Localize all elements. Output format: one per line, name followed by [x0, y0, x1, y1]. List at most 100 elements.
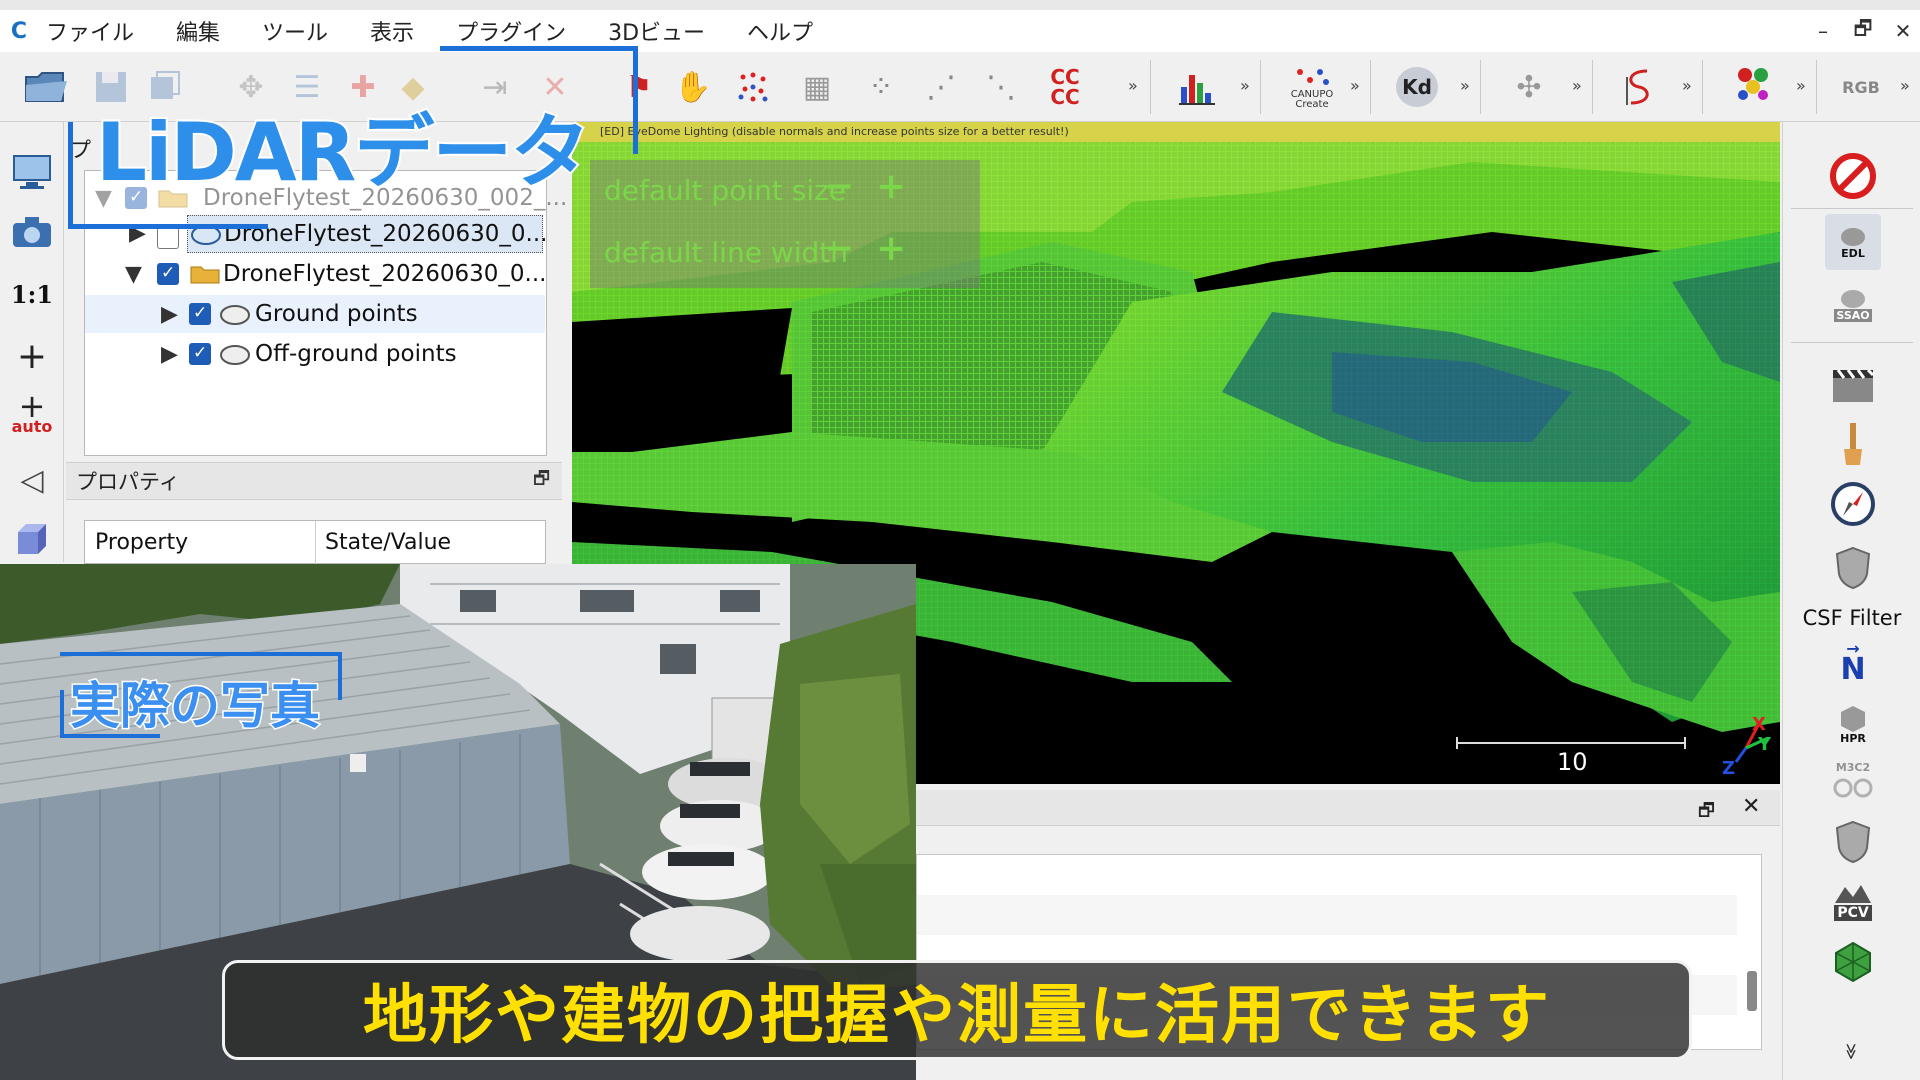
- toolbar-overflow-button[interactable]: »: [1572, 76, 1582, 95]
- collapse-arrow-icon[interactable]: ▼: [125, 262, 142, 287]
- north-arrow-icon[interactable]: → N: [1825, 636, 1881, 692]
- spline-icon[interactable]: [1614, 62, 1664, 112]
- properties-table: Property State/Value: [84, 520, 546, 565]
- tree-checkbox[interactable]: [157, 263, 179, 285]
- menu-tools[interactable]: ツール: [262, 15, 328, 47]
- expand-arrow-icon[interactable]: ▶: [161, 342, 178, 367]
- menu-edit[interactable]: 編集: [176, 15, 220, 47]
- hpr-label: HPR: [1840, 731, 1866, 745]
- rgb-icon[interactable]: RGB: [1836, 62, 1886, 112]
- axis-y-label: Y: [1758, 734, 1772, 755]
- animation-clapper-icon[interactable]: [1825, 356, 1881, 412]
- csf-shield-icon[interactable]: [1825, 540, 1881, 596]
- line-width-decrease-button[interactable]: −: [824, 228, 854, 269]
- subtitle-text: 地形や建物の把握や測量に活用できます: [363, 979, 1551, 1053]
- point-size-decrease-button[interactable]: −: [824, 166, 854, 207]
- train-icon[interactable]: [1728, 62, 1778, 112]
- sf-icon[interactable]: ⚑: [614, 62, 664, 112]
- scale-bar: [1456, 737, 1686, 749]
- point-size-increase-button[interactable]: +: [876, 166, 906, 207]
- menu-display[interactable]: 表示: [370, 15, 414, 47]
- m3c2-button[interactable]: M3C2: [1825, 752, 1881, 808]
- zoom-1to1-button[interactable]: 1:1: [8, 270, 56, 318]
- puzzle-icon[interactable]: ✣: [1504, 62, 1554, 112]
- tree-row-folder[interactable]: ▼ DroneFlytest_20260630_0...: [85, 255, 547, 293]
- edl-shader-button[interactable]: EDL: [1825, 214, 1881, 270]
- menu-3dviews[interactable]: 3Dビュー: [608, 15, 705, 47]
- db-tree[interactable]: ▼ DroneFlytest_20260630_002_... DroneFly…: [84, 170, 567, 456]
- tree-row-off-ground-points[interactable]: ▶ Off-ground points: [85, 335, 545, 373]
- menu-plugins[interactable]: プラグイン: [456, 15, 566, 47]
- mesh-icon[interactable]: ▦: [792, 62, 842, 112]
- actual-photo-caption: 実際の写真: [69, 676, 322, 737]
- menu-file[interactable]: ファイル: [46, 15, 134, 47]
- toolbar-overflow-button[interactable]: »: [1350, 76, 1360, 95]
- toolbar-overflow-button[interactable]: »: [1796, 76, 1806, 95]
- ssao-shader-button[interactable]: SSAO: [1825, 276, 1881, 332]
- histogram-icon[interactable]: [1172, 62, 1222, 112]
- perspective-icon[interactable]: ◁: [8, 456, 56, 504]
- pcv-button[interactable]: PCV: [1825, 874, 1881, 930]
- restore-button[interactable]: 🗗: [1846, 16, 1880, 46]
- noise-icon[interactable]: [728, 62, 778, 112]
- tree-row-cloud-selected[interactable]: DroneFlytest_20260630_0...: [187, 215, 548, 253]
- tree-checkbox[interactable]: [157, 227, 179, 249]
- toolbar-overflow-button[interactable]: »: [1682, 76, 1692, 95]
- auto-pivot-label: auto: [11, 417, 53, 436]
- mesh-sphere-icon[interactable]: [1825, 934, 1881, 990]
- point-cloud-icon: [220, 345, 250, 365]
- minimize-button[interactable]: –: [1806, 16, 1840, 46]
- filter-shield-icon[interactable]: [1825, 814, 1881, 870]
- column-header-property[interactable]: Property: [95, 530, 188, 555]
- toolbar-overflow-button[interactable]: »: [1128, 76, 1138, 95]
- toolbar-separator: [1592, 60, 1593, 114]
- menu-help[interactable]: ヘルプ: [747, 15, 813, 47]
- sparse-icon[interactable]: ⋱: [976, 62, 1026, 112]
- auto-pivot-button[interactable]: + auto: [8, 390, 56, 438]
- close-panel-icon[interactable]: ✕: [1742, 794, 1760, 819]
- float-panel-icon[interactable]: 🗗: [1698, 798, 1715, 828]
- kdtree-icon[interactable]: Kd: [1392, 62, 1442, 112]
- properties-panel-header: プロパティ 🗗: [66, 462, 562, 500]
- toolbar-overflow-button[interactable]: »: [1460, 76, 1470, 95]
- tree-row-ground-points[interactable]: ▶ Ground points: [85, 295, 545, 333]
- toolbar-overflow-button[interactable]: »: [1240, 76, 1250, 95]
- brush-icon[interactable]: [1825, 416, 1881, 472]
- title-frame: [440, 46, 636, 51]
- segment-icon[interactable]: ✋: [668, 62, 718, 112]
- tree-checkbox[interactable]: [189, 343, 211, 365]
- expand-arrow-icon[interactable]: ▶: [161, 302, 178, 327]
- ssao-label: SSAO: [1834, 308, 1872, 322]
- toolbar-overflow-button[interactable]: »: [1900, 76, 1910, 95]
- rgb-label: RGB: [1842, 77, 1880, 97]
- photo-label-frame: [60, 652, 342, 656]
- camera-icon[interactable]: [8, 208, 56, 256]
- subsample-icon[interactable]: ⋰: [916, 62, 966, 112]
- canupo-create-icon[interactable]: CANUPO Create: [1284, 62, 1340, 112]
- toolbar-more-button[interactable]: ≫: [1842, 1043, 1861, 1060]
- edl-status-banner: [ED] EyeDome Lighting (disable normals a…: [572, 122, 1780, 142]
- open-folder-icon[interactable]: [20, 62, 70, 112]
- pcv-label: PCV: [1834, 905, 1872, 921]
- console-scrollbar[interactable]: [1747, 971, 1757, 1011]
- app-window: C ファイル 編集 ツール 表示 プラグイン 3Dビュー ヘルプ – 🗗 ✕ ✥…: [0, 0, 1920, 1080]
- view-cube-icon[interactable]: [8, 516, 56, 564]
- point-cloud-icon: [220, 305, 250, 325]
- csf-filter-label[interactable]: CSF Filter: [1783, 606, 1920, 630]
- compass-icon[interactable]: [1825, 476, 1881, 532]
- cc-compare-icon[interactable]: CC CC: [1040, 62, 1090, 112]
- console-header: 🗗 ✕: [916, 790, 1780, 826]
- display-icon[interactable]: [8, 148, 56, 196]
- hpr-button[interactable]: HPR: [1825, 696, 1881, 752]
- column-header-value[interactable]: State/Value: [325, 530, 451, 555]
- scatter-icon[interactable]: ⁘: [856, 62, 906, 112]
- tree-row-label: Off-ground points: [255, 341, 457, 367]
- canupo-create-label: CANUPO Create: [1290, 89, 1334, 110]
- center-crosshair-icon[interactable]: +: [8, 332, 56, 380]
- tree-checkbox[interactable]: [189, 303, 211, 325]
- line-width-increase-button[interactable]: +: [876, 228, 906, 269]
- float-panel-icon[interactable]: 🗗: [533, 466, 550, 496]
- close-button[interactable]: ✕: [1886, 16, 1920, 46]
- stop-icon[interactable]: [1825, 148, 1881, 204]
